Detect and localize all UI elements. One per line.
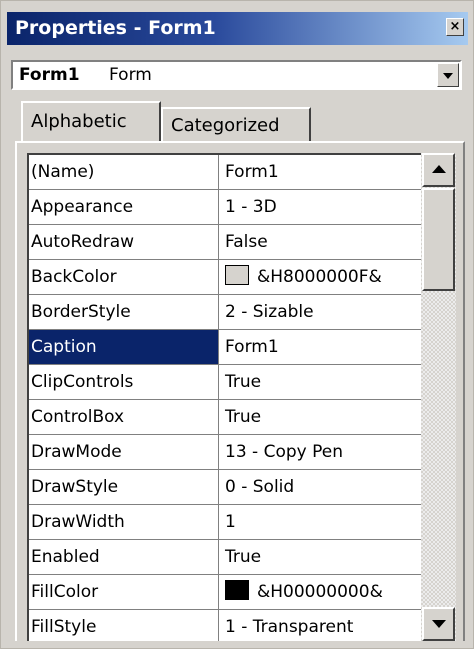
property-row[interactable]: BackColor &H8000000F& [29,260,421,295]
property-value[interactable]: True [219,365,421,399]
close-button[interactable]: × [446,18,464,36]
property-value[interactable]: 0 - Solid [219,470,421,504]
property-row[interactable]: FillColor &H00000000& [29,575,421,610]
property-name: DrawWidth [29,505,219,539]
property-value[interactable]: 1 - Transparent [219,610,421,641]
tab-alphabetic[interactable]: Alphabetic [21,101,161,141]
window-title: Properties - Form1 [15,17,216,39]
property-row-selected[interactable]: Caption Form1 [29,330,421,365]
property-value[interactable]: True [219,540,421,574]
object-type: Form [109,65,152,85]
property-row[interactable]: DrawMode 13 - Copy Pen [29,435,421,470]
properties-window: Properties - Form1 × Form1 Form Alphabet… [0,0,474,649]
property-row[interactable]: AutoRedraw False [29,225,421,260]
property-name: ControlBox [29,400,219,434]
tab-categorized-label: Categorized [171,115,280,136]
vertical-scrollbar[interactable] [421,153,456,641]
tab-alphabetic-label: Alphabetic [31,111,127,132]
property-name: FillColor [29,575,219,609]
property-value-color[interactable]: &H00000000& [219,575,421,609]
property-row[interactable]: Appearance 1 - 3D [29,190,421,225]
arrow-down-icon [432,620,446,628]
tab-categorized[interactable]: Categorized [161,107,311,141]
property-name: Caption [29,330,219,364]
title-bar[interactable]: Properties - Form1 × [7,12,468,45]
property-value[interactable]: 2 - Sizable [219,295,421,329]
chevron-down-icon [443,73,453,79]
property-value[interactable]: False [219,225,421,259]
property-value[interactable]: 13 - Copy Pen [219,435,421,469]
property-value[interactable]: 1 [219,505,421,539]
property-name: DrawStyle [29,470,219,504]
object-name: Form1 [19,65,80,85]
property-row[interactable]: DrawStyle 0 - Solid [29,470,421,505]
property-row[interactable]: DrawWidth 1 [29,505,421,540]
property-name: BackColor [29,260,219,294]
scroll-up-button[interactable] [422,153,455,187]
property-name: (Name) [29,155,219,189]
color-swatch-icon [225,265,249,285]
property-row[interactable]: ControlBox True [29,400,421,435]
scroll-down-button[interactable] [422,607,455,641]
property-name: BorderStyle [29,295,219,329]
property-value-text: &H8000000F& [257,267,382,287]
property-name: ClipControls [29,365,219,399]
property-value-text: &H00000000& [257,582,383,602]
color-swatch-icon [225,580,249,600]
property-row[interactable]: FillStyle 1 - Transparent [29,610,421,641]
property-name: AutoRedraw [29,225,219,259]
object-selector-combo[interactable]: Form1 Form [11,60,462,90]
arrow-up-icon [432,165,446,173]
object-dropdown-button[interactable] [437,63,459,87]
property-row[interactable]: BorderStyle 2 - Sizable [29,295,421,330]
property-value-color[interactable]: &H8000000F& [219,260,421,294]
property-name: DrawMode [29,435,219,469]
property-value[interactable]: 1 - 3D [219,190,421,224]
property-name: FillStyle [29,610,219,641]
property-grid[interactable]: (Name) Form1 Appearance 1 - 3D AutoRedra… [27,153,421,641]
scrollbar-thumb[interactable] [422,188,455,291]
property-name: Appearance [29,190,219,224]
close-icon: × [449,19,461,34]
property-value[interactable]: Form1 [219,330,421,364]
property-row[interactable]: ClipControls True [29,365,421,400]
property-value[interactable]: True [219,400,421,434]
property-value[interactable]: Form1 [219,155,421,189]
property-row[interactable]: Enabled True [29,540,421,575]
property-row[interactable]: (Name) Form1 [29,155,421,190]
property-name: Enabled [29,540,219,574]
